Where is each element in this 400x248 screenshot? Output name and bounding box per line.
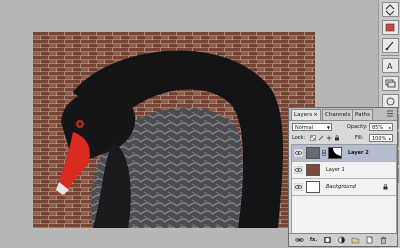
new-layer-icon[interactable]: [365, 236, 374, 244]
brush-icon[interactable]: [382, 38, 399, 53]
tab-label: Paths: [355, 112, 370, 118]
toolbar-divider: [381, 55, 399, 56]
fill-label: Fill:: [355, 135, 364, 141]
layers-list: Layer 2 Layer 1 Background: [291, 144, 397, 234]
opacity-value: 85%: [372, 125, 384, 131]
tab-layers[interactable]: Layers×: [291, 109, 321, 120]
lock-transparency-icon[interactable]: [310, 135, 316, 141]
chevron-down-icon: ▼: [326, 125, 330, 130]
tab-label: Layers: [294, 112, 313, 118]
lock-all-icon[interactable]: [334, 135, 340, 141]
eye-icon[interactable]: [294, 183, 303, 191]
layer-thumbnail: [306, 164, 320, 176]
eye-icon[interactable]: [294, 149, 303, 157]
chevron-right-icon: ▸: [388, 125, 391, 130]
close-icon[interactable]: ×: [313, 112, 318, 118]
lock-position-icon[interactable]: [326, 135, 332, 141]
blend-mode-select[interactable]: Normal ▼: [292, 123, 332, 131]
tab-channels[interactable]: Channels: [322, 109, 354, 120]
layer-name: Layer 2: [348, 150, 369, 156]
folder-icon[interactable]: [351, 236, 360, 244]
lock-label: Lock:: [292, 135, 306, 141]
adjustment-icon[interactable]: [337, 236, 346, 244]
layer-mask-thumbnail[interactable]: [328, 147, 342, 159]
fill-field[interactable]: 100% ▸: [369, 134, 393, 142]
layer-row-layer-2[interactable]: Layer 2: [292, 145, 396, 162]
panel-menu-icon[interactable]: [386, 110, 394, 117]
layer-thumbnail: [306, 147, 320, 159]
image-canvas[interactable]: [33, 32, 315, 228]
link-icon: [322, 150, 326, 156]
text-icon[interactable]: A: [382, 58, 399, 73]
swatch-icon[interactable]: [382, 20, 399, 35]
chevron-right-icon: ▸: [388, 136, 391, 141]
panel-bottom-bar: fx.: [289, 233, 397, 246]
fill-value: 100%: [372, 136, 387, 142]
opacity-label: Opacity:: [347, 124, 368, 130]
svg-text:A: A: [387, 62, 393, 71]
arrows-icon[interactable]: [382, 2, 399, 17]
lock-icon: [383, 184, 388, 190]
blend-mode-value: Normal: [295, 125, 314, 131]
link-icon[interactable]: [295, 236, 304, 244]
tab-paths[interactable]: Paths: [352, 109, 373, 120]
layers-icon[interactable]: [382, 76, 399, 91]
opacity-field[interactable]: 85% ▸: [369, 123, 393, 131]
tab-label: Channels: [325, 112, 351, 118]
layer-name: Layer 1: [326, 167, 345, 173]
layer-row-layer-1[interactable]: Layer 1: [292, 162, 396, 179]
layer-thumbnail: [306, 181, 320, 193]
lock-pixels-icon[interactable]: [318, 135, 324, 141]
eye-icon[interactable]: [294, 166, 303, 174]
fx-icon[interactable]: fx.: [309, 236, 318, 244]
layer-row-background[interactable]: Background: [292, 179, 396, 196]
layer-name: Background: [326, 184, 356, 190]
trash-icon[interactable]: [379, 236, 388, 244]
layers-panel: Layers× Channels Paths Normal ▼ Opacity: …: [288, 107, 398, 247]
panel-tabs: Layers× Channels Paths: [289, 108, 397, 121]
mask-icon[interactable]: [323, 236, 332, 244]
